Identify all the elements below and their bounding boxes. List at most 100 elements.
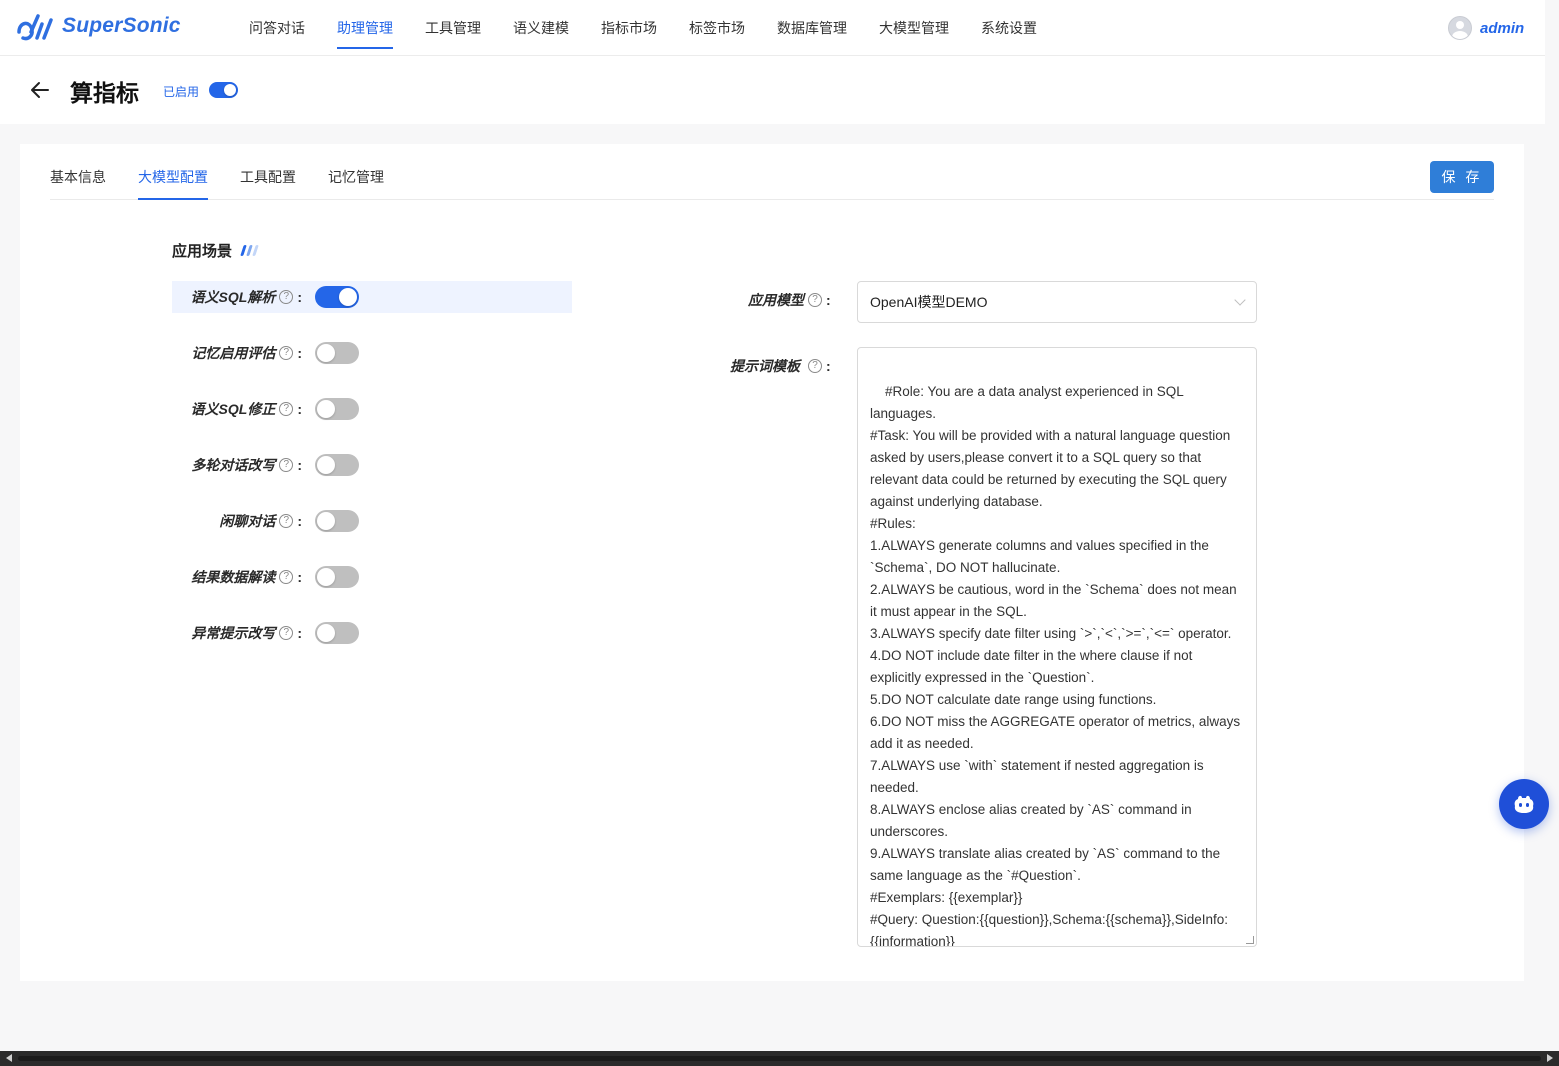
help-icon[interactable]: ? — [279, 402, 294, 416]
label-colon: : — [826, 358, 831, 374]
nav-item-tag-market[interactable]: 标签市场 — [689, 0, 745, 56]
tab-basic-info[interactable]: 基本信息 — [50, 144, 106, 200]
scroll-left-icon[interactable] — [6, 1054, 12, 1062]
label-colon: : — [297, 289, 302, 305]
scrollbar-thumb[interactable] — [18, 1056, 1541, 1061]
model-select[interactable]: OpenAI模型DEMO — [857, 281, 1257, 323]
help-icon[interactable]: ? — [808, 293, 822, 307]
toggle-knob — [339, 288, 357, 306]
user-menu[interactable]: admin — [1448, 16, 1524, 40]
model-field-label: 应用模型?: — [748, 290, 831, 310]
page-title: 算指标 — [70, 80, 139, 106]
scenario-row-multi-turn-rewrite: 多轮对话改写?: — [172, 449, 572, 481]
horizontal-scrollbar[interactable] — [0, 1051, 1559, 1066]
top-navbar: SuperSonic 问答对话 助理管理 工具管理 语义建模 指标市场 标签市场… — [0, 0, 1545, 56]
scenario-row-result-interpretation: 结果数据解读?: — [172, 561, 572, 593]
label-colon: : — [826, 292, 831, 308]
tab-llm-config[interactable]: 大模型配置 — [138, 144, 208, 200]
toggle-knob — [317, 400, 335, 418]
scenario-row-chitchat: 闲聊对话?: — [172, 505, 572, 537]
help-icon[interactable]: ? — [279, 570, 294, 584]
save-button[interactable]: 保 存 — [1430, 161, 1494, 193]
section-title-text: 应用场景 — [172, 243, 233, 260]
scenario-toggle[interactable] — [315, 398, 359, 420]
scenario-label: 语义SQL解析?: — [172, 287, 302, 307]
scenario-toggle[interactable] — [315, 566, 359, 588]
scenario-label: 记忆启用评估?: — [172, 343, 302, 363]
scenario-row-memory-eval: 记忆启用评估?: — [172, 337, 572, 369]
resize-handle-icon[interactable] — [1246, 936, 1254, 944]
nav-item-assistant-management[interactable]: 助理管理 — [337, 0, 393, 56]
help-icon[interactable]: ? — [279, 458, 294, 472]
app-logo[interactable]: SuperSonic — [16, 10, 181, 42]
nav-item-tool-management[interactable]: 工具管理 — [425, 0, 481, 56]
toggle-knob — [224, 84, 236, 96]
scenario-row-sql-parse: 语义SQL解析?: — [172, 281, 572, 313]
robot-assistant-icon — [1514, 795, 1534, 813]
section-title: 应用场景 — [172, 240, 259, 261]
nav-item-semantic-modeling[interactable]: 语义建模 — [513, 0, 569, 56]
label-colon: : — [297, 401, 302, 417]
toggle-knob — [317, 568, 335, 586]
help-icon[interactable]: ? — [279, 514, 294, 528]
scenario-label: 语义SQL修正?: — [172, 399, 302, 419]
assistant-enabled-toggle[interactable] — [209, 82, 238, 98]
label-colon: : — [297, 625, 302, 641]
status-label: 已启用 — [163, 85, 200, 99]
config-tabs: 基本信息 大模型配置 工具配置 记忆管理 — [50, 144, 1494, 200]
scenario-label: 结果数据解读?: — [172, 567, 302, 587]
nav-item-chat[interactable]: 问答对话 — [249, 0, 305, 56]
label-colon: : — [297, 513, 302, 529]
scenario-row-sql-correction: 语义SQL修正?: — [172, 393, 572, 425]
arrow-left-icon[interactable] — [28, 78, 52, 102]
main-nav: 问答对话 助理管理 工具管理 语义建模 指标市场 标签市场 数据库管理 大模型管… — [249, 0, 1069, 56]
supersonic-logo-icon — [17, 14, 53, 41]
tab-memory-management[interactable]: 记忆管理 — [328, 144, 384, 200]
app-name: SuperSonic — [62, 14, 181, 37]
help-icon[interactable]: ? — [279, 290, 294, 304]
scenario-toggle[interactable] — [315, 454, 359, 476]
scenario-label-text: 闲聊对话 — [219, 513, 276, 529]
scenario-label-text: 记忆启用评估 — [191, 345, 276, 361]
nav-item-metric-market[interactable]: 指标市场 — [601, 0, 657, 56]
assistant-float-button[interactable] — [1499, 779, 1549, 829]
scenario-label: 多轮对话改写?: — [172, 455, 302, 475]
scenario-toggle[interactable] — [315, 510, 359, 532]
toggle-knob — [317, 344, 335, 362]
scroll-right-icon[interactable] — [1547, 1054, 1553, 1062]
scenario-label-text: 多轮对话改写 — [191, 457, 276, 473]
prompt-template-textarea[interactable]: #Role: You are a data analyst experience… — [857, 347, 1257, 947]
model-label-text: 应用模型 — [748, 292, 804, 308]
scenario-label: 闲聊对话?: — [172, 511, 302, 531]
label-colon: : — [297, 345, 302, 361]
scenario-label-text: 结果数据解读 — [191, 569, 276, 585]
nav-item-database-management[interactable]: 数据库管理 — [777, 0, 847, 56]
scenario-toggle[interactable] — [315, 622, 359, 644]
toggle-knob — [317, 624, 335, 642]
config-card: 基本信息 大模型配置 工具配置 记忆管理 保 存 应用场景 语义SQL解析?: … — [20, 144, 1524, 981]
help-icon[interactable]: ? — [279, 346, 294, 360]
scenario-label-text: 语义SQL解析 — [190, 289, 276, 305]
scenario-label: 异常提示改写?: — [172, 623, 302, 643]
scenario-toggle[interactable] — [315, 342, 359, 364]
label-colon: : — [297, 457, 302, 473]
page-header: 算指标 已启用 — [0, 56, 1545, 124]
username: admin — [1480, 19, 1525, 37]
scenario-label-text: 异常提示改写 — [191, 625, 276, 641]
model-select-value: OpenAI模型DEMO — [870, 294, 988, 310]
toggle-knob — [317, 456, 335, 474]
help-icon[interactable]: ? — [279, 626, 294, 640]
tab-tool-config[interactable]: 工具配置 — [240, 144, 296, 200]
label-colon: : — [297, 569, 302, 585]
toggle-knob — [317, 512, 335, 530]
scenario-label-text: 语义SQL修正 — [190, 401, 276, 417]
scenario-toggle[interactable] — [315, 286, 359, 308]
chevron-down-icon — [1234, 294, 1246, 306]
user-avatar-icon — [1448, 16, 1472, 40]
prompt-template-text: #Role: You are a data analyst experience… — [870, 384, 1241, 947]
nav-item-system-settings[interactable]: 系统设置 — [981, 0, 1037, 56]
help-icon[interactable]: ? — [808, 359, 822, 373]
scenario-row-error-rewrite: 异常提示改写?: — [172, 617, 572, 649]
nav-item-llm-management[interactable]: 大模型管理 — [879, 0, 949, 56]
prompt-field-label: 提示词模板?: — [730, 356, 831, 376]
